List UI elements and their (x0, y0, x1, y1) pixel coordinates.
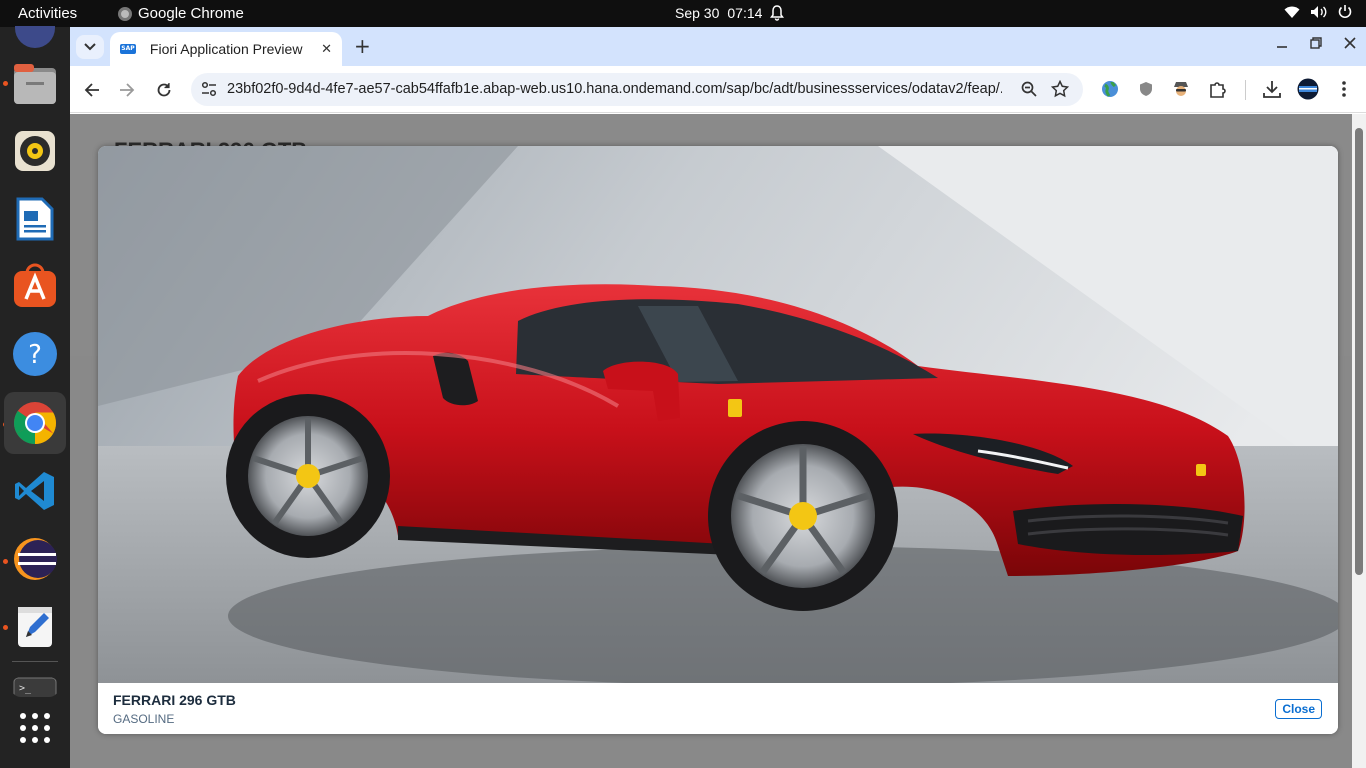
profile-button[interactable] (1297, 78, 1319, 100)
browser-toolbar: 23bf02f0-9d4d-4fe7-ae57-cab54ffafb1e.aba… (70, 66, 1366, 113)
text-editor-icon (18, 607, 52, 647)
running-indicator (3, 559, 8, 564)
dialog-footer: FERRARI 296 GTB GASOLINE Close (98, 683, 1338, 734)
tab-title: Fiori Application Preview (149, 41, 303, 57)
running-indicator (3, 625, 8, 630)
svg-text:>_: >_ (19, 683, 32, 694)
extensions-button[interactable] (1207, 78, 1229, 100)
shield-icon (1140, 82, 1152, 96)
avatar (1297, 78, 1319, 100)
clock-date: Sep 30 (675, 5, 720, 21)
download-icon (1263, 81, 1281, 98)
address-bar[interactable]: 23bf02f0-9d4d-4fe7-ae57-cab54ffafb1e.aba… (191, 73, 1083, 106)
restore-icon[interactable] (1310, 37, 1322, 49)
page-content: FERRARI 296 GTB GASOLINE Close (70, 114, 1366, 768)
wifi-icon (1284, 6, 1300, 18)
site-info-icon[interactable] (201, 81, 217, 97)
dock-separator (12, 661, 58, 662)
dock-chrome[interactable] (4, 392, 66, 454)
files-icon (14, 64, 56, 104)
image-lightbox-dialog: FERRARI 296 GTB GASOLINE Close (98, 146, 1338, 734)
extension-spy[interactable] (1170, 78, 1192, 100)
tab-close-icon[interactable]: ✕ (321, 42, 332, 57)
arrow-right-icon (120, 83, 135, 97)
dock-vscode[interactable] (11, 467, 59, 515)
back-button[interactable] (81, 79, 103, 101)
chrome-icon (13, 402, 57, 444)
url-text[interactable]: 23bf02f0-9d4d-4fe7-ae57-cab54ffafb1e.aba… (227, 81, 1002, 97)
bookmark-star-icon[interactable] (1051, 80, 1069, 98)
clock[interactable]: Sep 30 07:14 (675, 5, 785, 21)
spy-icon (1174, 82, 1188, 96)
chrome-icon (118, 6, 132, 21)
zoom-icon[interactable] (1021, 81, 1037, 97)
globe-icon (1102, 81, 1118, 97)
tab-search-button[interactable] (76, 35, 104, 59)
page-scrollbar[interactable] (1352, 114, 1366, 768)
dock-terminal[interactable]: >_ (11, 677, 59, 697)
chrome-menu-button[interactable] (1333, 78, 1355, 100)
forward-button[interactable] (116, 79, 138, 101)
close-button[interactable]: Close (1275, 699, 1322, 719)
close-window-icon[interactable] (1344, 37, 1356, 49)
dock-text-editor[interactable] (11, 603, 59, 651)
extension-globe[interactable] (1099, 78, 1121, 100)
bell-icon (770, 5, 785, 21)
chevron-down-icon (84, 43, 96, 51)
dock-files[interactable] (11, 60, 59, 108)
app-center-icon (14, 263, 56, 307)
arrow-left-icon (84, 83, 99, 97)
svg-text:?: ? (28, 340, 42, 370)
dock: ? >_ (0, 26, 70, 768)
volume-icon (1311, 5, 1327, 18)
toolbar-divider (1245, 80, 1246, 100)
window-controls (1276, 37, 1356, 49)
vscode-icon (15, 472, 54, 510)
writer-icon (16, 197, 54, 241)
dock-help[interactable]: ? (11, 330, 59, 378)
help-icon: ? (13, 332, 57, 376)
car-image (98, 146, 1338, 683)
system-top-bar: Activities Google Chrome Sep 30 07:14 (0, 0, 1366, 27)
system-tray[interactable] (1284, 4, 1352, 19)
dock-eclipse[interactable] (11, 535, 59, 583)
downloads-button[interactable] (1261, 78, 1283, 100)
kebab-menu-icon (1342, 81, 1346, 97)
scrollbar-thumb[interactable] (1355, 128, 1363, 575)
dock-writer[interactable] (11, 195, 59, 243)
power-icon (1338, 5, 1352, 19)
dock-partial-app[interactable] (11, 13, 59, 61)
dock-rhythmbox[interactable] (11, 127, 59, 175)
dock-app-center[interactable] (11, 262, 59, 310)
puzzle-icon (1210, 82, 1226, 98)
rhythmbox-icon (15, 131, 55, 171)
grid-icon (20, 713, 50, 743)
running-indicator (3, 81, 8, 86)
extension-shield[interactable] (1135, 78, 1157, 100)
dialog-subtitle: GASOLINE (113, 712, 175, 726)
reload-button[interactable] (153, 79, 175, 101)
show-apps-button[interactable] (11, 704, 59, 752)
new-tab-button[interactable]: + (354, 36, 371, 56)
clock-time: 07:14 (727, 5, 763, 21)
dialog-title: FERRARI 296 GTB (113, 692, 236, 708)
app-menu-label: Google Chrome (138, 5, 244, 22)
app-menu[interactable]: Google Chrome (118, 5, 244, 22)
eclipse-icon (14, 538, 57, 580)
partial-app-icon (15, 26, 55, 48)
tab-fiori-preview[interactable]: SAP Fiori Application Preview ✕ (110, 32, 342, 66)
sap-favicon-icon: SAP (120, 44, 136, 54)
minimize-icon[interactable] (1276, 37, 1288, 49)
terminal-icon: >_ (13, 677, 57, 697)
reload-icon (157, 83, 171, 97)
tab-strip: SAP Fiori Application Preview ✕ + (70, 27, 1366, 66)
browser-window: SAP Fiori Application Preview ✕ + 23bf02… (70, 27, 1366, 768)
